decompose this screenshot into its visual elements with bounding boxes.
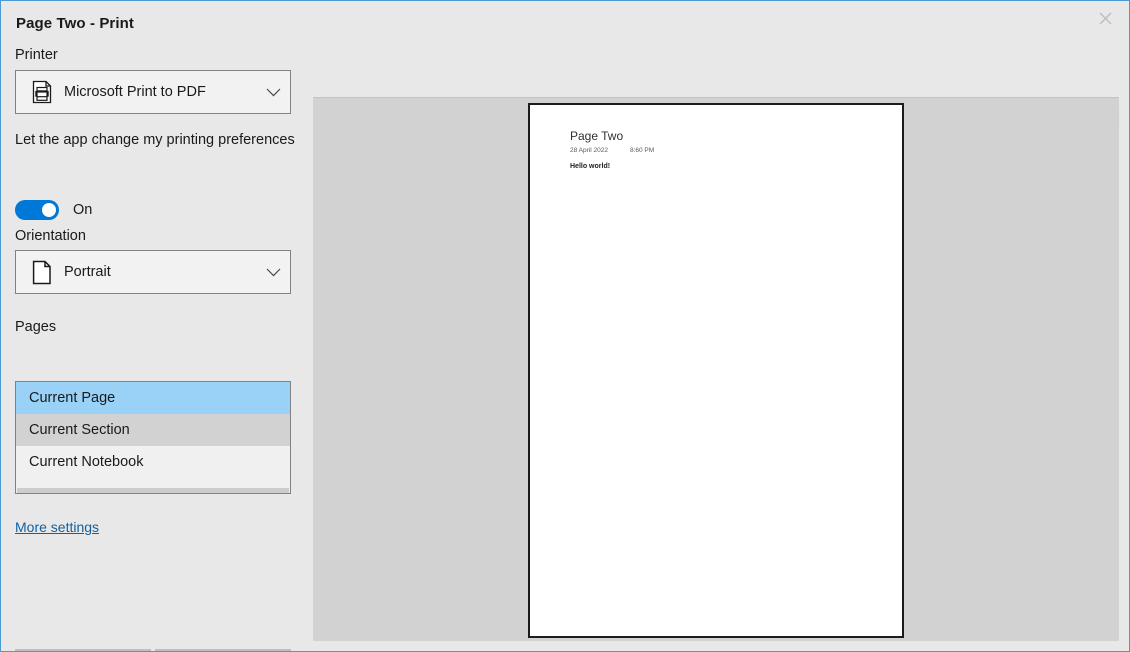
portrait-page-icon xyxy=(24,260,60,285)
printer-value: Microsoft Print to PDF xyxy=(64,84,206,100)
print-dialog-window: Page Two - Print Printer Microsoft Print… xyxy=(0,0,1130,652)
document-body-text: Hello world! xyxy=(570,163,611,170)
close-icon[interactable] xyxy=(1083,2,1128,34)
settings-panel: Printer Microsoft Print to PDF Let the a… xyxy=(2,42,313,651)
toggle-state-label: On xyxy=(73,202,93,218)
pages-option-label: Current Notebook xyxy=(29,454,144,470)
print-preview-section: 1 / 1 Page Two 28 April 20228:60 PM Hel xyxy=(313,42,1129,651)
app-preferences-label: Let the app change my printing preferenc… xyxy=(15,132,295,148)
title-bar: Page Two - Print xyxy=(2,2,1129,42)
printer-select[interactable]: Microsoft Print to PDF xyxy=(15,70,291,114)
document-date: 28 April 2022 xyxy=(570,147,608,154)
pages-label: Pages xyxy=(15,319,57,335)
more-settings-link[interactable]: More settings xyxy=(15,519,99,535)
chevron-down-icon xyxy=(256,88,290,97)
pages-option-label: Current Section xyxy=(29,422,130,438)
document-time: 8:60 PM xyxy=(629,147,655,154)
pages-listbox[interactable]: Current Page Current Section Current Not… xyxy=(15,381,291,489)
document-title: Page Two xyxy=(570,129,624,143)
document-meta: 28 April 2022 8:60 PM xyxy=(570,147,654,154)
app-preferences-toggle-row: On xyxy=(15,197,92,223)
pages-horizontal-scrollbar[interactable] xyxy=(15,487,291,494)
printer-icon xyxy=(24,80,60,104)
pages-option-current-section[interactable]: Current Section xyxy=(16,414,290,446)
scrollbar-thumb[interactable] xyxy=(17,488,289,493)
preview-canvas[interactable]: Page Two 28 April 2022 8:60 PM Hello worl… xyxy=(313,97,1119,641)
orientation-label: Orientation xyxy=(15,228,86,244)
chevron-down-icon xyxy=(256,268,290,277)
page-title: Page Two - Print xyxy=(16,15,134,32)
toggle-knob xyxy=(42,203,56,217)
app-preferences-toggle[interactable] xyxy=(15,200,59,220)
pages-option-label: Current Page xyxy=(29,390,116,406)
printer-label: Printer xyxy=(15,47,58,63)
pages-option-current-page[interactable]: Current Page xyxy=(16,382,290,414)
orientation-value: Portrait xyxy=(64,264,111,280)
document-page-preview[interactable]: Page Two 28 April 2022 8:60 PM Hello worl… xyxy=(528,103,904,638)
pages-option-current-notebook[interactable]: Current Notebook xyxy=(16,446,290,478)
orientation-select[interactable]: Portrait xyxy=(15,250,291,294)
